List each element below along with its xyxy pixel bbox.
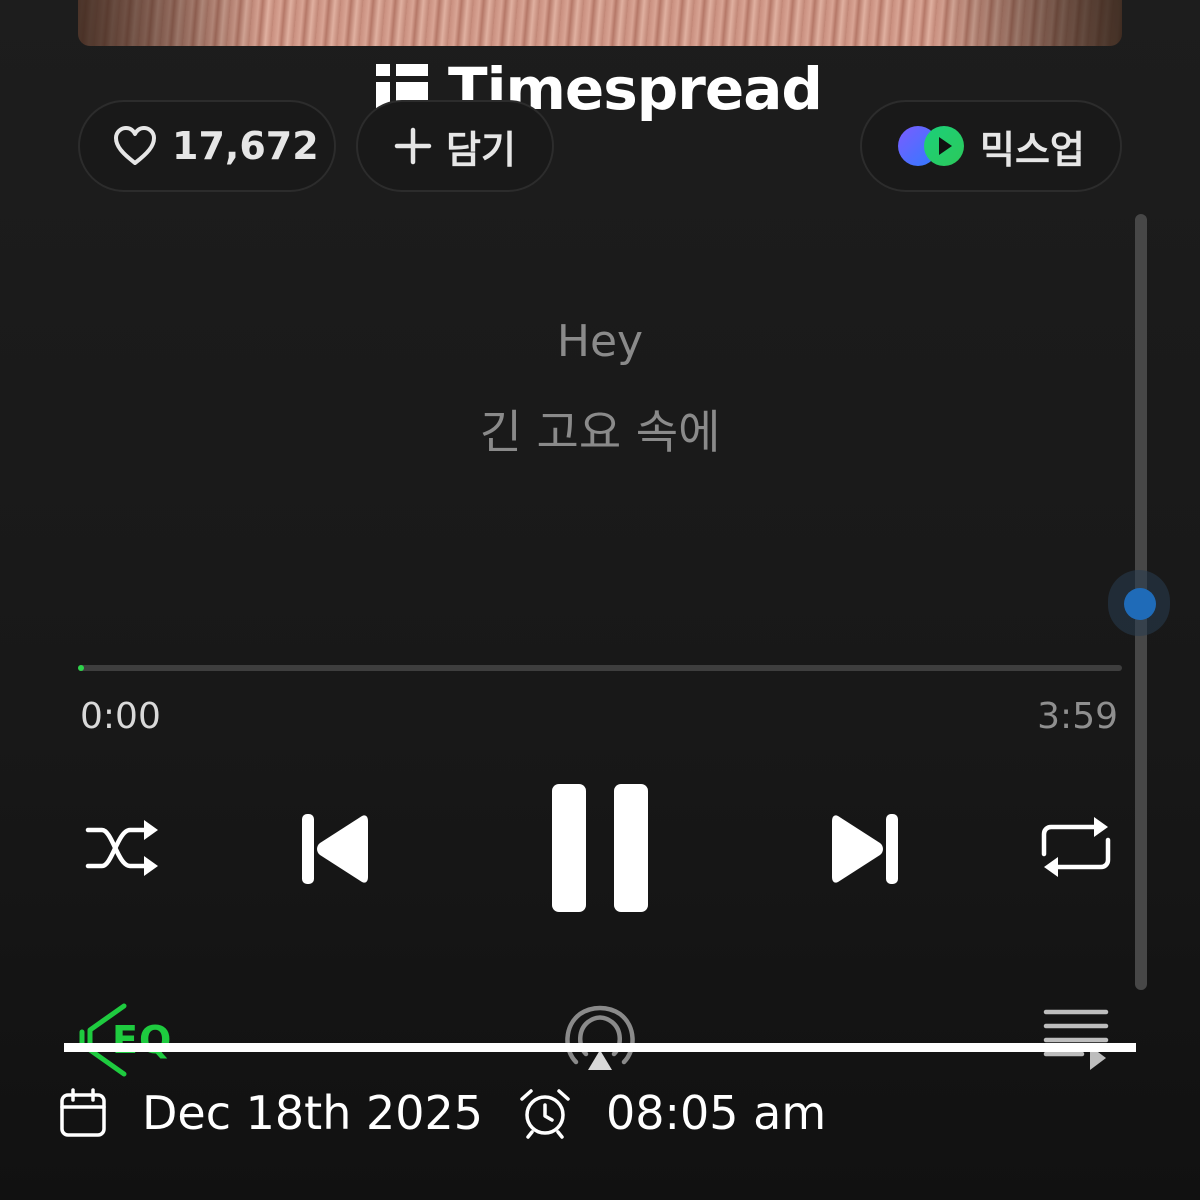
add-label: 담기: [446, 127, 516, 172]
shuffle-icon[interactable]: [84, 818, 160, 878]
mixup-logo-icon: [898, 126, 964, 166]
skip-next-icon[interactable]: [828, 810, 902, 888]
airplay-icon[interactable]: [562, 1004, 638, 1074]
skip-previous-icon[interactable]: [298, 810, 372, 888]
date-text: Dec 18th 2025: [142, 1086, 484, 1140]
like-button[interactable]: 17,672: [78, 100, 336, 192]
mixup-button[interactable]: 믹스업: [860, 100, 1122, 192]
seek-bar-fill: [78, 665, 84, 671]
like-count: 17,672: [172, 124, 319, 168]
alarm-clock-icon: [520, 1089, 570, 1139]
lyric-line-current[interactable]: 긴 고요 속에: [0, 396, 1200, 462]
calendar-icon: [60, 1088, 106, 1137]
total-time: 3:59: [1037, 696, 1118, 737]
lyric-line-previous[interactable]: Hey: [0, 316, 1200, 367]
heart-icon: [114, 126, 156, 165]
pause-icon[interactable]: [548, 780, 654, 916]
footer-date: Dec 18th 2025: [58, 1086, 483, 1140]
music-player-screen: Timespread 17,672 담기 믹스업 Hey 긴 고요 속에 0:0…: [0, 0, 1200, 1200]
mixup-label: 믹스업: [980, 127, 1085, 172]
playlist-queue-icon[interactable]: [1042, 1006, 1112, 1072]
time-text: 08:05 am: [606, 1086, 827, 1140]
scrollbar-thumb[interactable]: [1124, 588, 1156, 620]
add-button[interactable]: 담기: [356, 100, 554, 192]
equalizer-label: EQ: [112, 1018, 173, 1062]
current-time: 0:00: [80, 696, 161, 737]
overlay-divider: [64, 1043, 1136, 1052]
seek-bar[interactable]: [78, 665, 1122, 671]
plus-icon: [394, 127, 432, 165]
repeat-icon[interactable]: [1038, 814, 1114, 880]
footer-time: 08:05 am: [518, 1086, 826, 1140]
album-art[interactable]: [78, 0, 1122, 46]
